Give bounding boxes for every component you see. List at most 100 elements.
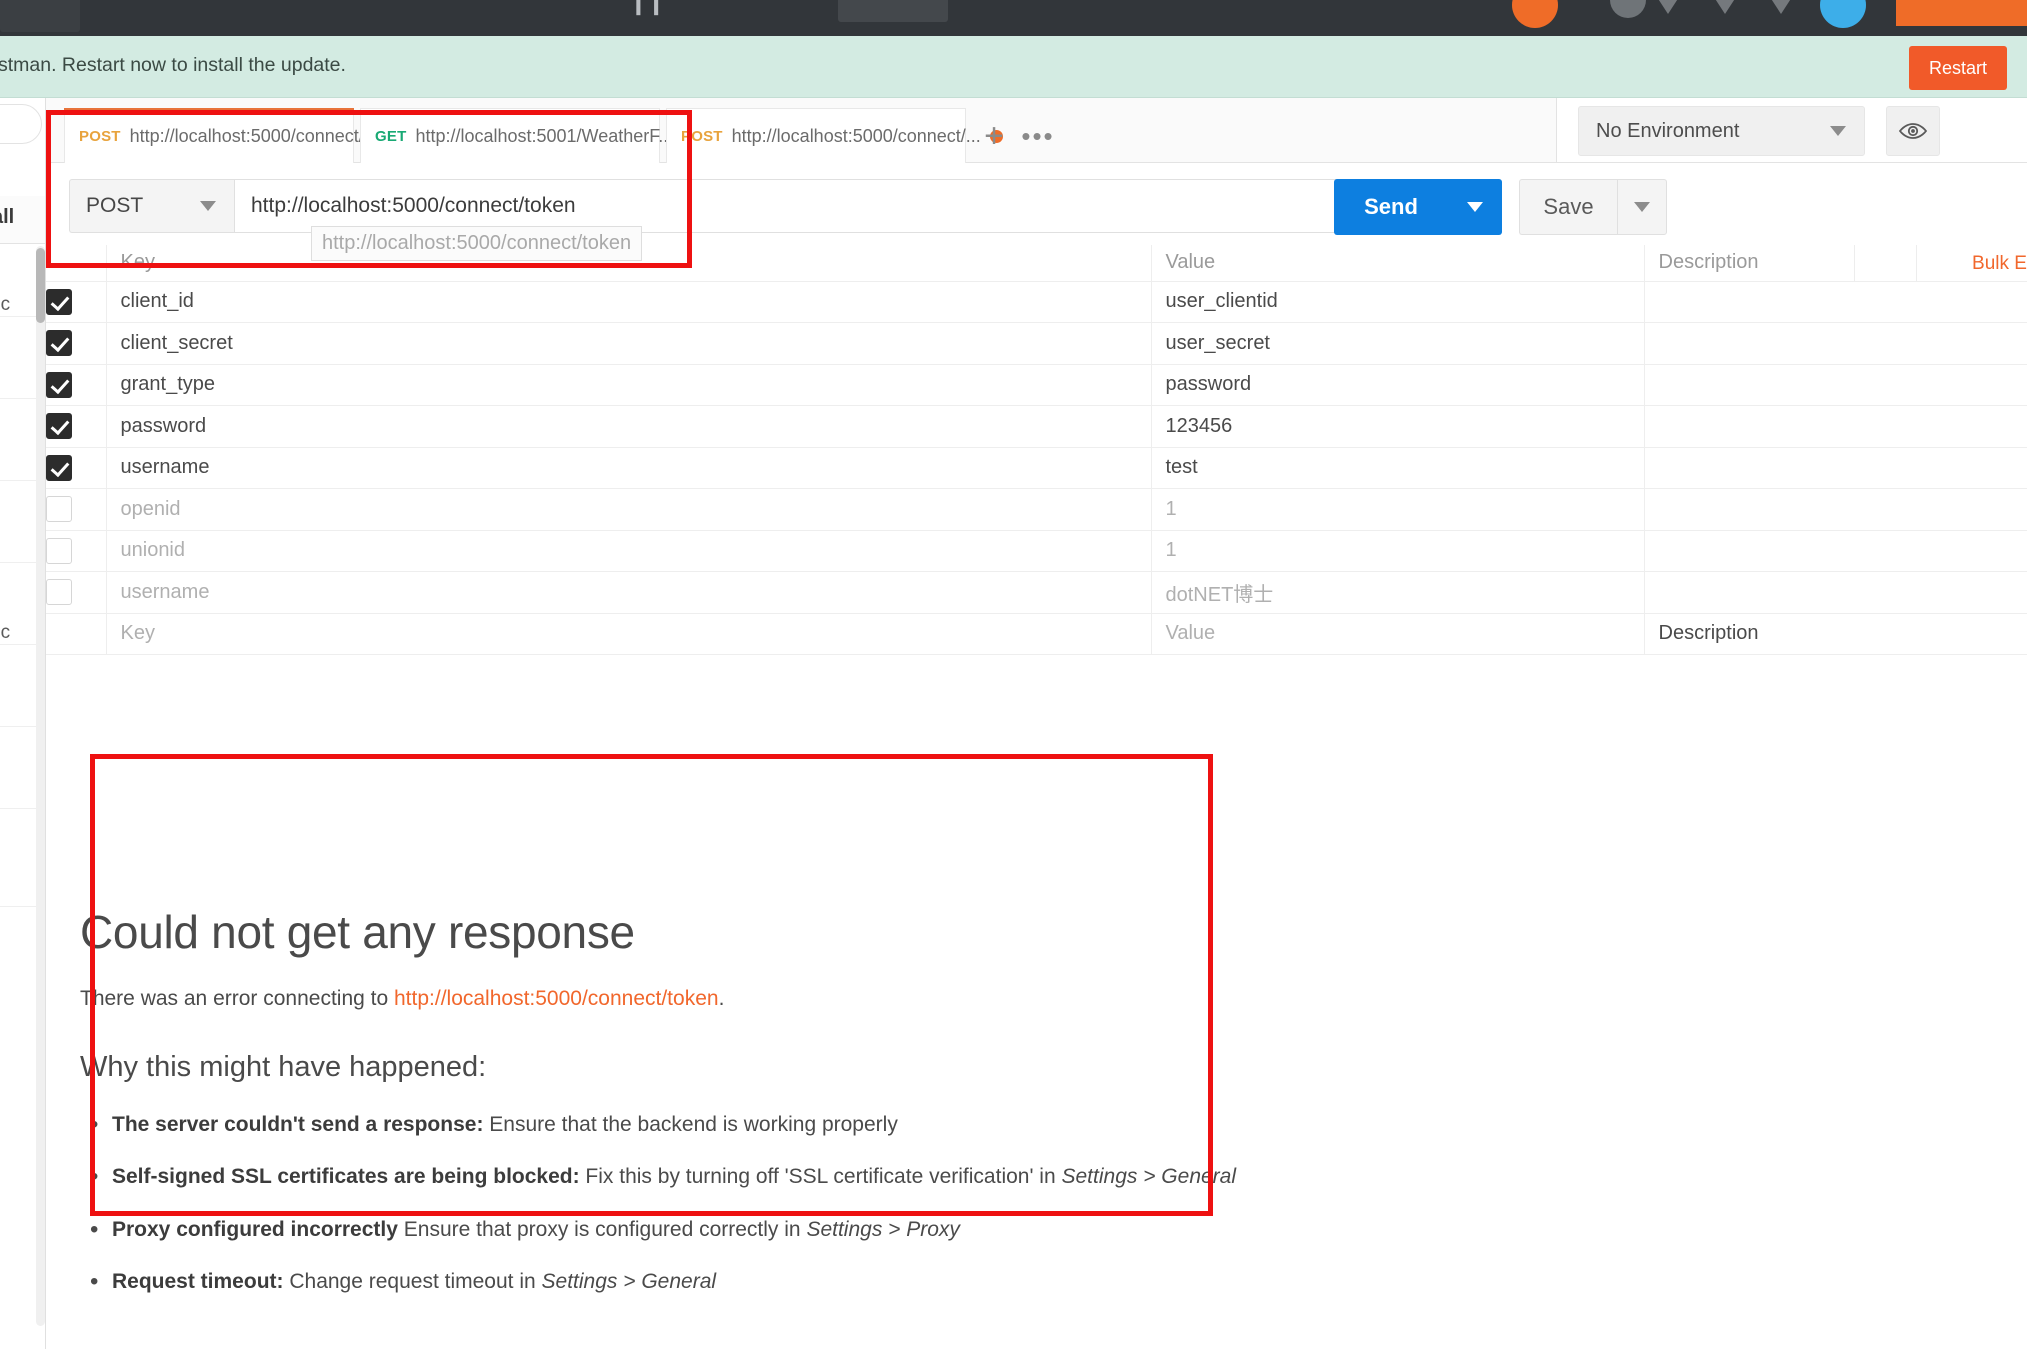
row-checkbox-cell[interactable] xyxy=(46,488,106,531)
row-value[interactable]: user_secret xyxy=(1150,322,1644,365)
request-tab-2-method: GET xyxy=(375,127,407,145)
row-key[interactable]: client_secret xyxy=(105,322,1151,365)
row-checkbox[interactable] xyxy=(46,371,72,398)
row-checkbox-cell[interactable] xyxy=(46,405,106,448)
row-key[interactable]: client_id xyxy=(105,281,1151,323)
row-value[interactable]: 123456 xyxy=(1150,405,1644,448)
row-checkbox-cell[interactable] xyxy=(46,322,106,365)
save-button[interactable]: Save xyxy=(1519,179,1617,235)
http-method-selector[interactable]: POST xyxy=(69,179,234,233)
chevron-down-icon[interactable] xyxy=(1655,0,1681,14)
row-key[interactable]: username xyxy=(105,447,1151,489)
environment-selector[interactable]: No Environment xyxy=(1578,106,1865,156)
row-value[interactable]: password xyxy=(1150,364,1644,406)
bulk-edit-link[interactable]: Bulk Edit xyxy=(1972,253,2027,275)
empty-row-key[interactable]: Key xyxy=(105,613,1151,655)
table-row[interactable]: username test xyxy=(46,447,2027,489)
table-row[interactable]: password 123456 xyxy=(46,405,2027,448)
row-key[interactable]: username xyxy=(105,571,1151,614)
header-separator xyxy=(1916,245,1917,281)
row-checkbox[interactable] xyxy=(46,537,72,564)
error-url-link[interactable]: http://localhost:5000/connect/token xyxy=(394,987,719,1010)
row-value[interactable]: user_clientid xyxy=(1150,281,1644,323)
update-banner: stman. Restart now to install the update… xyxy=(0,36,2027,98)
row-description[interactable] xyxy=(1643,322,2027,365)
pause-icon[interactable]: ❙❙ xyxy=(630,0,665,18)
header-description: Description Bulk Edit xyxy=(1643,245,2027,282)
table-row[interactable]: username dotNET博士 xyxy=(46,571,2027,614)
error-title: Could not get any response xyxy=(80,906,635,958)
row-description[interactable] xyxy=(1643,488,2027,531)
request-tab-2[interactable]: GET http://localhost:5001/WeatherF... xyxy=(360,108,696,163)
restart-button[interactable]: Restart xyxy=(1909,46,2007,90)
error-reason-italic: Settings > Proxy xyxy=(806,1217,960,1241)
error-reason-bold: The server couldn't send a response: xyxy=(112,1113,484,1136)
error-reason-bold: Self-signed SSL certificates are being b… xyxy=(112,1165,580,1189)
environment-selected-label: No Environment xyxy=(1596,119,1740,142)
row-checkbox[interactable] xyxy=(46,579,72,606)
row-value[interactable]: dotNET博士 xyxy=(1150,571,1644,614)
send-button[interactable]: Send xyxy=(1334,179,1448,235)
response-error-panel: Could not get any response There was an … xyxy=(80,905,1270,1321)
row-checkbox-cell[interactable] xyxy=(46,571,106,614)
tab-options-button[interactable]: ••• xyxy=(1016,116,1060,156)
request-tab-1-url: http://localhost:5000/connect/... xyxy=(129,125,379,146)
row-key[interactable]: openid xyxy=(105,488,1151,531)
request-tab-1[interactable]: POST http://localhost:5000/connect/... xyxy=(64,108,401,163)
row-checkbox[interactable] xyxy=(46,496,72,523)
sync-status-icon[interactable] xyxy=(1610,0,1646,18)
upgrade-button[interactable] xyxy=(1896,0,2027,26)
table-row[interactable]: client_secret user_secret xyxy=(46,322,2027,365)
new-request-tab-button[interactable]: + xyxy=(972,116,1016,156)
row-description[interactable] xyxy=(1643,364,2027,406)
row-checkbox[interactable] xyxy=(46,288,72,315)
row-description[interactable] xyxy=(1643,571,2027,614)
titlebar-left-nub[interactable] xyxy=(0,0,80,32)
empty-row-value[interactable]: Value xyxy=(1150,613,1644,655)
row-value[interactable]: 1 xyxy=(1150,488,1644,531)
environment-bar: No Environment xyxy=(1556,98,2027,163)
user-avatar[interactable] xyxy=(1820,0,1866,28)
row-checkbox-cell[interactable] xyxy=(46,364,106,406)
row-checkbox[interactable] xyxy=(46,413,72,440)
row-value[interactable]: 1 xyxy=(1150,530,1644,572)
chevron-down-icon[interactable] xyxy=(1768,0,1794,14)
sidebar-scrollbar-thumb[interactable] xyxy=(36,248,45,323)
table-row[interactable]: unionid 1 xyxy=(46,530,2027,572)
request-tab-3-url: http://localhost:5000/connect/... xyxy=(731,125,981,146)
request-tab-bar: POST http://localhost:5000/connect/... G… xyxy=(46,98,1556,163)
request-tab-3[interactable]: POST http://localhost:5000/connect/... xyxy=(666,108,1003,163)
row-checkbox-cell[interactable] xyxy=(46,281,106,323)
url-bar: POST http://localhost:5000/connect/token… xyxy=(46,163,2027,261)
request-tab-2-url: http://localhost:5001/WeatherF... xyxy=(415,125,674,146)
runner-avatar-icon[interactable] xyxy=(1512,0,1558,28)
row-description[interactable] xyxy=(1643,405,2027,448)
row-checkbox-cell[interactable] xyxy=(46,447,106,489)
error-reason-text: Fix this by turning off 'SSL certificate… xyxy=(579,1165,1062,1189)
chevron-down-icon[interactable] xyxy=(1712,0,1738,14)
table-row[interactable]: grant_type password xyxy=(46,364,2027,406)
row-description[interactable] xyxy=(1643,281,2027,323)
table-row[interactable]: client_id user_clientid xyxy=(46,281,2027,323)
row-description[interactable] xyxy=(1643,447,2027,489)
sidebar-tab-all[interactable]: all xyxy=(0,206,14,229)
row-checkbox[interactable] xyxy=(46,454,72,481)
request-url-input[interactable] xyxy=(234,179,1370,233)
error-reason-italic: Settings > General xyxy=(541,1269,717,1293)
save-options-button[interactable] xyxy=(1617,179,1667,235)
titlebar-pill-button[interactable] xyxy=(838,0,948,22)
environment-quicklook-button[interactable] xyxy=(1886,106,1940,156)
sidebar-scrollbar-track[interactable] xyxy=(36,246,45,1326)
row-value[interactable]: test xyxy=(1150,447,1644,489)
sidebar-search-input[interactable] xyxy=(0,104,42,144)
send-options-button[interactable] xyxy=(1448,179,1502,235)
empty-row-description[interactable]: Description xyxy=(1643,613,2027,655)
row-checkbox[interactable] xyxy=(46,330,72,357)
row-key[interactable]: unionid xyxy=(105,530,1151,572)
table-row-empty[interactable]: Key Value Description xyxy=(46,613,2027,655)
row-checkbox-cell[interactable] xyxy=(46,530,106,572)
table-row[interactable]: openid 1 xyxy=(46,488,2027,531)
row-key[interactable]: password xyxy=(105,405,1151,448)
row-description[interactable] xyxy=(1643,530,2027,572)
row-key[interactable]: grant_type xyxy=(105,364,1151,406)
